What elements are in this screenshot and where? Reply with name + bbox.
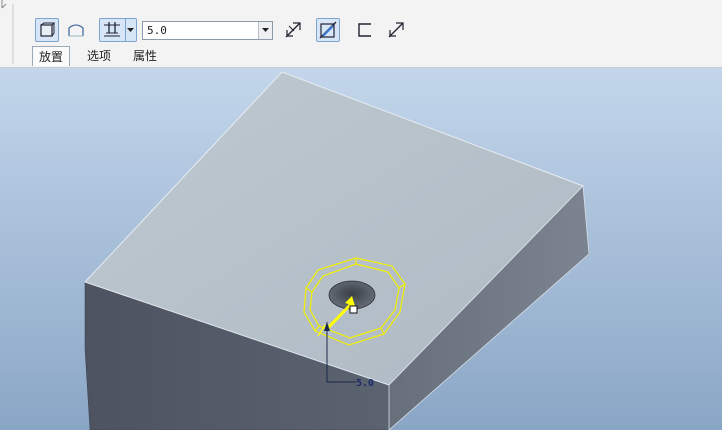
flip-thicken-icon xyxy=(388,22,404,38)
flip-thicken-button[interactable] xyxy=(384,18,408,42)
dashboard-toolbar: 5.0 放置 选项 属性 xyxy=(0,0,722,68)
depth-value-dropdown[interactable] xyxy=(258,22,272,39)
tab-placement[interactable]: 放置 xyxy=(32,46,70,66)
solid-box-icon xyxy=(40,22,55,37)
dimension-label[interactable]: 5.0 xyxy=(356,378,374,389)
model-canvas: 5.0 xyxy=(84,71,590,430)
blind-depth-icon xyxy=(104,22,121,37)
depth-value[interactable]: 5.0 xyxy=(143,22,258,39)
drag-handle[interactable] xyxy=(349,305,358,314)
thicken-icon xyxy=(358,23,371,37)
graphics-viewport[interactable]: 5.0 xyxy=(0,68,722,430)
chevron-down-icon xyxy=(127,27,135,32)
tab-properties[interactable]: 属性 xyxy=(126,46,164,66)
chevron-down-icon xyxy=(262,28,269,32)
flip-direction-button[interactable] xyxy=(281,18,305,42)
toolbar-edge-icon xyxy=(1,0,14,64)
remove-material-button[interactable] xyxy=(316,18,340,42)
flip-direction-icon xyxy=(285,22,301,38)
tab-options[interactable]: 选项 xyxy=(80,46,118,66)
depth-value-field[interactable]: 5.0 xyxy=(142,21,273,40)
surface-button[interactable] xyxy=(64,18,88,42)
surface-icon xyxy=(68,24,84,37)
thicken-button[interactable] xyxy=(353,18,377,42)
solid-button[interactable] xyxy=(35,18,59,42)
depth-option-button[interactable] xyxy=(99,18,137,42)
depth-option-dropdown[interactable] xyxy=(124,19,136,41)
remove-material-icon xyxy=(319,21,337,39)
